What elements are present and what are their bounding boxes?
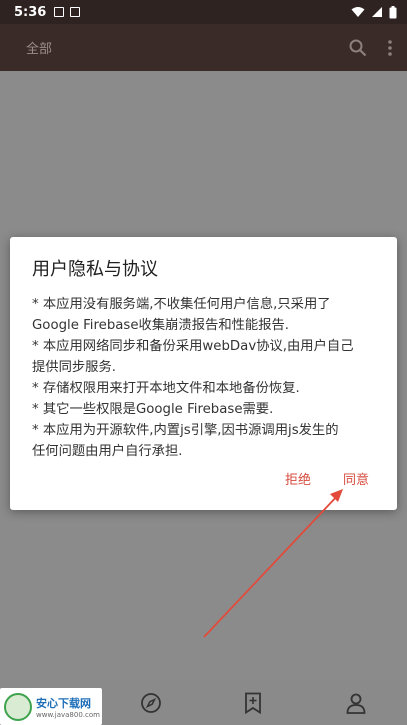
wifi-icon (351, 7, 365, 17)
notification-screen-icon (70, 7, 81, 17)
battery-icon (389, 5, 397, 18)
explore-icon[interactable] (139, 691, 163, 715)
app-bar: 全部 (0, 24, 407, 71)
agree-button[interactable]: 同意 (343, 469, 369, 488)
privacy-dialog: 用户隐私与协议 * 本应用没有服务端,不收集任何用户信息,只采用了 Google… (10, 237, 397, 510)
more-vert-icon[interactable] (387, 39, 393, 57)
watermark-logo-icon (4, 692, 32, 721)
search-icon[interactable] (349, 39, 367, 57)
status-right (351, 5, 397, 19)
dialog-line: * 本应用为开源软件,内置js引擎,因书源调用js发生的 (32, 423, 339, 438)
reject-button[interactable]: 拒绝 (285, 469, 311, 488)
dialog-line: * 存储权限用来打开本地文件和本地备份恢复. (32, 381, 300, 396)
signal-icon (372, 7, 382, 17)
app-bar-actions (349, 39, 393, 57)
dialog-line: 提供同步服务. (32, 360, 117, 375)
profile-icon[interactable] (344, 691, 368, 715)
watermark-title: 安心下载网 (36, 696, 91, 710)
notification-a-icon (54, 7, 65, 17)
dialog-line: * 其它一些权限是Google Firebase需要. (32, 402, 274, 417)
watermark-url: www.java800.com (36, 710, 100, 719)
dialog-line: Google Firebase收集崩溃报告和性能报告. (32, 318, 290, 333)
dialog-title: 用户隐私与协议 (32, 259, 158, 280)
tab-all[interactable]: 全部 (26, 38, 52, 57)
status-bar: 5:36 (0, 0, 407, 24)
status-time: 5:36 (14, 4, 47, 20)
bookmark-add-icon[interactable] (241, 691, 265, 715)
dialog-actions: 拒绝 同意 (10, 469, 397, 488)
dialog-line: 任何问题由用户自行承担. (32, 444, 183, 459)
watermark-text: 安心下载网 www.java800.com (36, 695, 100, 719)
dialog-body: * 本应用没有服务端,不收集任何用户信息,只采用了 Google Firebas… (32, 294, 375, 462)
site-watermark: 安心下载网 www.java800.com (0, 688, 102, 725)
dialog-line: * 本应用网络同步和备份采用webDav协议,由用户自己 (32, 339, 354, 354)
dialog-line: * 本应用没有服务端,不收集任何用户信息,只采用了 (32, 297, 331, 312)
